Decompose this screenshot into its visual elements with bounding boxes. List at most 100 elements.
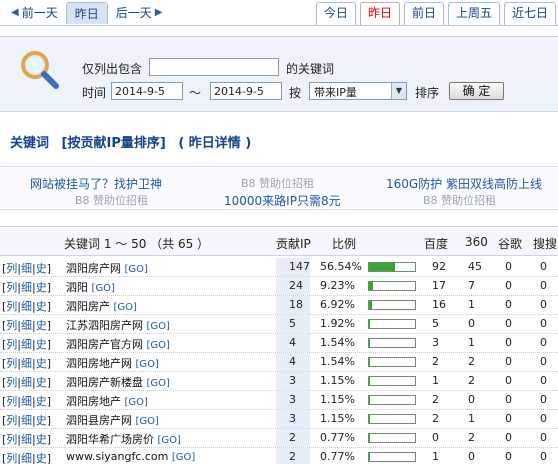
keyword-text[interactable]: 江苏泗阳房产网 — [66, 319, 143, 332]
next-day-button[interactable]: 后一天 ▶ — [108, 2, 174, 24]
keyword-text[interactable]: 泗阳房产 — [66, 300, 110, 313]
sponsor-ad-6[interactable]: B8 赞助位招租 — [423, 192, 496, 208]
list-link[interactable]: 列 — [6, 338, 17, 351]
list-link[interactable]: 列 — [6, 281, 17, 294]
tab-today[interactable]: 今日 — [315, 2, 356, 25]
detail-link[interactable]: 细 — [21, 338, 32, 351]
header-sogou[interactable]: 搜搜 — [533, 235, 557, 252]
detail-link[interactable]: 细 — [21, 319, 32, 332]
google-cell: 0 — [505, 393, 512, 406]
tab-last-friday[interactable]: 上周五 — [447, 2, 500, 25]
history-link[interactable]: 史 — [36, 452, 47, 464]
ratio-bar-fill — [369, 396, 370, 404]
go-link[interactable]: [GO] — [92, 283, 115, 294]
list-link[interactable]: 列 — [6, 414, 17, 427]
keyword-text[interactable]: 泗阳 — [66, 281, 88, 294]
sort-select-value: 带来IP量 — [314, 86, 357, 99]
sponsor-ad-1[interactable]: 网站被挂马了？找护卫神 — [30, 175, 162, 192]
keyword-text[interactable]: 泗阳县房产网 — [66, 414, 132, 427]
history-link[interactable]: 史 — [36, 395, 47, 408]
list-link[interactable]: 列 — [6, 262, 17, 275]
360-cell: 2 — [468, 374, 475, 387]
sort-by-link[interactable]: [按贡献IP量排序] — [62, 136, 166, 151]
keyword-text[interactable]: 泗阳房产网 — [66, 262, 121, 275]
detail-link[interactable]: 细 — [21, 433, 32, 446]
history-link[interactable]: 史 — [36, 357, 47, 370]
header-baidu[interactable]: 百度 — [424, 235, 448, 252]
go-link[interactable]: [GO] — [125, 397, 148, 408]
history-link[interactable]: 史 — [36, 319, 47, 332]
ratio-bar — [368, 281, 416, 291]
sogou-cell: 0 — [540, 393, 547, 406]
header-google[interactable]: 谷歌 — [498, 235, 522, 252]
keyword-cell: www.siyangfc.com [GO] — [66, 450, 195, 463]
history-link[interactable]: 史 — [36, 433, 47, 446]
sponsor-block: 网站被挂马了？找护卫神 B8 赞助位招租 B8 赞助位招租 10000来路IP只… — [0, 166, 558, 210]
go-link[interactable]: [GO] — [136, 416, 159, 427]
date-to-input[interactable] — [210, 82, 282, 100]
tab-yesterday[interactable]: 昨日 — [359, 2, 400, 25]
sponsor-ad-2[interactable]: B8 赞助位招租 — [75, 192, 148, 208]
header-ip[interactable]: 贡献IP — [276, 235, 311, 252]
sort-select[interactable]: 带来IP量 ▼ — [309, 82, 407, 100]
google-cell: 0 — [505, 279, 512, 292]
go-link[interactable]: [GO] — [147, 340, 170, 351]
sponsor-ad-4[interactable]: B8 赞助位招租 — [241, 175, 314, 191]
history-link[interactable]: 史 — [36, 281, 47, 294]
table-row: [列|细|史] 泗阳房产 [GO] 18 6.92% 16 1 0 0 — [0, 296, 558, 315]
go-link[interactable]: [GO] — [158, 435, 181, 446]
list-link[interactable]: 列 — [6, 357, 17, 370]
detail-link[interactable]: 细 — [21, 452, 32, 464]
list-link[interactable]: 列 — [6, 452, 17, 464]
confirm-button[interactable]: 确 定 — [449, 82, 504, 100]
keyword-text[interactable]: 泗阳房地产网 — [66, 357, 132, 370]
go-link[interactable]: [GO] — [125, 264, 148, 275]
table-row: [列|细|史] 泗阳房产新楼盘 [GO] 3 1.15% 1 2 0 0 — [0, 372, 558, 391]
detail-link[interactable]: 细 — [21, 376, 32, 389]
detail-link[interactable]: 细 — [21, 300, 32, 313]
go-link[interactable]: [GO] — [114, 302, 137, 313]
detail-link[interactable]: 细 — [21, 414, 32, 427]
360-cell: 1 — [468, 298, 475, 311]
history-link[interactable]: 史 — [36, 262, 47, 275]
list-link[interactable]: 列 — [6, 376, 17, 389]
keyword-input[interactable] — [149, 58, 279, 76]
list-link[interactable]: 列 — [6, 433, 17, 446]
keyword-text[interactable]: 泗阳房地产 — [66, 395, 121, 408]
go-link[interactable]: [GO] — [136, 359, 159, 370]
table-row: [列|细|史] 泗阳房地产 [GO] 3 1.15% 2 0 0 0 — [0, 391, 558, 410]
keyword-cell: 泗阳房产 [GO] — [66, 298, 137, 314]
go-link[interactable]: [GO] — [172, 452, 195, 463]
keyword-text[interactable]: 泗阳房产官方网 — [66, 338, 143, 351]
history-link[interactable]: 史 — [36, 376, 47, 389]
yesterday-button[interactable]: 昨日 — [65, 2, 108, 24]
tab-day-before[interactable]: 前日 — [403, 2, 444, 25]
day-nav: ◀ 前一天 昨日 后一天 ▶ — [0, 2, 173, 24]
keyword-text[interactable]: 泗阳华希广场房价 — [66, 433, 154, 446]
keyword-text[interactable]: www.siyangfc.com — [66, 450, 168, 463]
list-link[interactable]: 列 — [6, 319, 17, 332]
detail-link[interactable]: ( 昨日详情 ) — [178, 136, 251, 151]
detail-link[interactable]: 细 — [21, 395, 32, 408]
ratio-bar — [368, 357, 416, 367]
detail-link[interactable]: 细 — [21, 357, 32, 370]
history-link[interactable]: 史 — [36, 338, 47, 351]
keyword-text[interactable]: 泗阳房产新楼盘 — [66, 376, 143, 389]
list-link[interactable]: 列 — [6, 395, 17, 408]
sponsor-ad-3[interactable]: 160G防护 紫田双线高防上线 — [386, 175, 542, 192]
detail-link[interactable]: 细 — [21, 262, 32, 275]
ratio-bar — [368, 319, 416, 329]
sponsor-ad-5[interactable]: 10000来路IP只需8元 — [224, 192, 341, 209]
go-link[interactable]: [GO] — [147, 321, 170, 332]
history-link[interactable]: 史 — [36, 414, 47, 427]
go-link[interactable]: [GO] — [147, 378, 170, 389]
detail-link[interactable]: 细 — [21, 281, 32, 294]
360-cell: 7 — [468, 279, 475, 292]
list-link[interactable]: 列 — [6, 300, 17, 313]
ratio-bar — [368, 395, 416, 405]
tab-last-seven-days[interactable]: 近七日 — [503, 2, 556, 25]
history-link[interactable]: 史 — [36, 300, 47, 313]
date-from-input[interactable] — [111, 82, 183, 100]
prev-day-button[interactable]: ◀ 前一天 — [0, 2, 66, 24]
header-360[interactable]: 360 — [465, 235, 488, 249]
